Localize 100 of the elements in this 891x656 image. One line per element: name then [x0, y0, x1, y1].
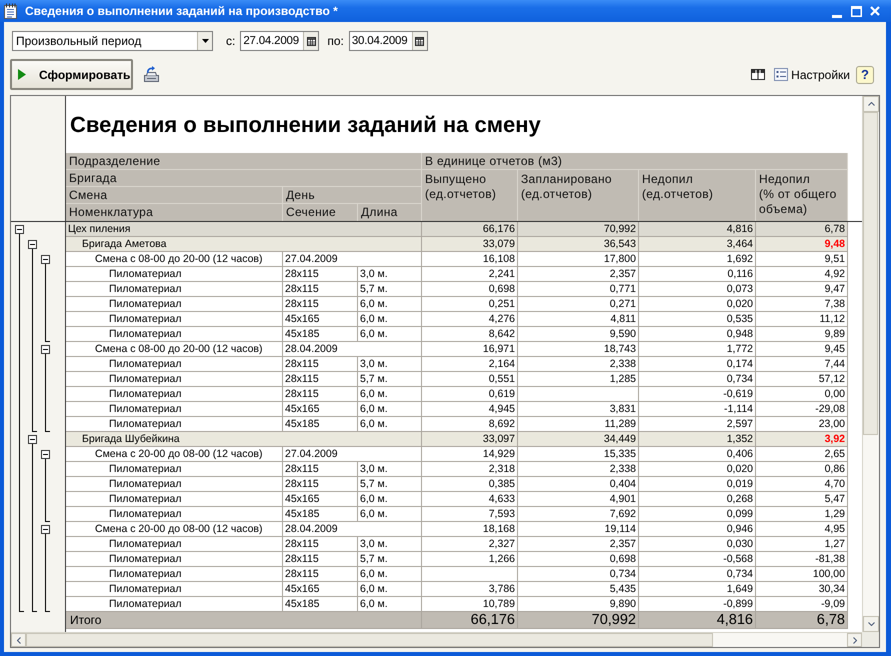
table-cell: 2,597: [639, 417, 756, 432]
table-cell: 5,7 м.: [358, 282, 422, 297]
dropdown-button[interactable]: [197, 32, 212, 50]
column-header: Подразделение: [66, 153, 422, 170]
table-cell: 15,335: [518, 447, 639, 462]
date-field[interactable]: 27.04.2009: [240, 31, 320, 51]
table-cell: 1,285: [518, 372, 639, 387]
table-cell: 23,00: [756, 417, 848, 432]
table-cell: 45x165: [283, 582, 358, 597]
table-cell: 3,786: [422, 582, 518, 597]
help-button[interactable]: ?: [856, 66, 874, 84]
scroll-down-button[interactable]: [863, 616, 879, 632]
table-cell: -1,114: [639, 402, 756, 417]
table-cell: 0,251: [422, 297, 518, 312]
table-cell: 3,464: [639, 237, 756, 252]
date-field[interactable]: 30.04.2009: [348, 31, 428, 51]
table-cell: 28x115: [283, 282, 358, 297]
table-cell: Пиломатериал: [66, 387, 283, 402]
chevron-right-icon: [852, 636, 856, 644]
table-cell: 4,70: [756, 477, 848, 492]
table-cell: 7,593: [422, 507, 518, 522]
table-cell: 0,030: [639, 537, 756, 552]
generate-button[interactable]: Сформировать: [10, 59, 133, 90]
column-header: В единице отчетов (м3): [422, 153, 848, 170]
table-cell: 6,78: [756, 222, 848, 237]
table-cell: 0,948: [639, 327, 756, 342]
table-cell: Пиломатериал: [66, 597, 283, 612]
scrollbar-thumb[interactable]: [863, 112, 878, 435]
table-cell: 0,020: [639, 462, 756, 477]
table-cell: 2,338: [518, 357, 639, 372]
table-cell: 0,771: [518, 282, 639, 297]
table-cell: 1,29: [756, 507, 848, 522]
column-header: Недопил (ед.отчетов): [639, 170, 756, 221]
scrollbar-thumb[interactable]: [26, 633, 713, 647]
table-cell: 3,831: [518, 402, 639, 417]
table-cell: Пиломатериал: [66, 507, 283, 522]
table-cell: 0,268: [639, 492, 756, 507]
table-cell: -9,09: [756, 597, 848, 612]
table-cell: 4,816: [639, 612, 756, 629]
table-cell: 5,7 м.: [358, 372, 422, 387]
scroll-left-button[interactable]: [11, 633, 26, 647]
table-cell: 4,633: [422, 492, 518, 507]
table-cell: 0,698: [518, 552, 639, 567]
minus-box-icon[interactable]: [41, 345, 50, 354]
minus-box-icon[interactable]: [28, 240, 37, 249]
minus-box-icon[interactable]: [41, 450, 50, 459]
table-cell: 6,78: [756, 612, 848, 629]
table-cell: 6,0 м.: [358, 567, 422, 582]
table-cell: 0,698: [422, 282, 518, 297]
table-cell: 70,992: [518, 612, 639, 629]
table-cell: 6,0 м.: [358, 312, 422, 327]
table-cell: 2,241: [422, 267, 518, 282]
minus-box-icon[interactable]: [28, 435, 37, 444]
table-cell: Пиломатериал: [66, 267, 283, 282]
scroll-up-button[interactable]: [863, 96, 879, 112]
table-cell: Пиломатериал: [66, 537, 283, 552]
table-cell: 3,92: [756, 432, 848, 447]
column-header: Номенклатура: [66, 204, 283, 221]
column-header: Смена: [66, 187, 283, 204]
table-cell: 28x115: [283, 537, 358, 552]
table-cell: 6,0 м.: [358, 402, 422, 417]
table-cell: 4,816: [639, 222, 756, 237]
table-cell: Пиломатериал: [66, 477, 283, 492]
settings-button[interactable]: Настройки: [774, 68, 850, 82]
table-cell: 33,097: [422, 432, 518, 447]
table-cell: 2,357: [518, 537, 639, 552]
table-cell: 18,168: [422, 522, 518, 537]
table-icon[interactable]: [751, 69, 766, 80]
table-cell: 2,164: [422, 357, 518, 372]
tray-arrow-icon[interactable]: [143, 66, 160, 83]
table-cell: 11,12: [756, 312, 848, 327]
chevron-left-icon: [16, 636, 20, 644]
list-icon: [774, 68, 788, 81]
table-cell: 5,435: [518, 582, 639, 597]
window-title: Сведения о выполнении заданий на производство *: [25, 4, 339, 18]
table-cell: 0,734: [518, 567, 639, 582]
scroll-right-button[interactable]: [847, 633, 862, 647]
calendar-button[interactable]: [412, 32, 427, 50]
minus-box-icon[interactable]: [15, 225, 24, 234]
table-cell: 0,019: [639, 477, 756, 492]
maximize-button[interactable]: [851, 6, 862, 16]
table-cell: 0,116: [639, 267, 756, 282]
close-button[interactable]: [870, 6, 880, 16]
calendar-button[interactable]: [303, 32, 318, 50]
table-cell: 28x115: [283, 552, 358, 567]
column-header: День: [283, 187, 422, 204]
table-cell: 66,176: [422, 222, 518, 237]
table-cell: 3,0 м.: [358, 357, 422, 372]
table-cell: 10,789: [422, 597, 518, 612]
period-dropdown[interactable]: Произвольный период: [12, 31, 213, 51]
table-cell: Пиломатериал: [66, 462, 283, 477]
table-cell: 2,65: [756, 447, 848, 462]
chevron-up-icon: [868, 102, 874, 106]
minus-box-icon[interactable]: [41, 525, 50, 534]
table-cell: 9,890: [518, 597, 639, 612]
table-cell: Пиломатериал: [66, 582, 283, 597]
table-cell: Бригада Аметова: [66, 237, 422, 252]
minus-box-icon[interactable]: [41, 255, 50, 264]
table-cell: 1,352: [639, 432, 756, 447]
table-cell: 18,743: [518, 342, 639, 357]
